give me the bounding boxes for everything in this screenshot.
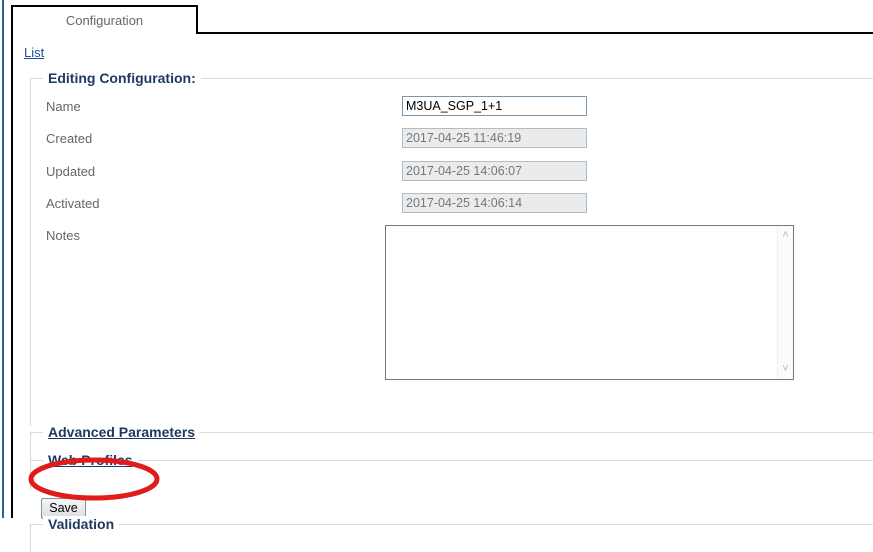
notes-textarea-wrapper: ˄ ˅ (385, 225, 794, 380)
notes-scrollbar[interactable]: ˄ ˅ (777, 226, 793, 379)
chevron-up-icon[interactable]: ˄ (778, 228, 793, 243)
label-created: Created (46, 131, 93, 146)
list-link[interactable]: List (24, 45, 44, 60)
web-profiles-fieldset: Web Profiles (30, 452, 873, 490)
name-input[interactable] (402, 96, 587, 116)
advanced-parameters-legend: Advanced Parameters (43, 424, 201, 440)
tab-configuration[interactable]: Configuration (11, 5, 198, 34)
tab-panel: List Editing Configuration: Name Created… (11, 34, 873, 552)
web-profiles-link[interactable]: Web Profiles (48, 452, 133, 468)
chevron-down-icon[interactable]: ˅ (778, 362, 793, 377)
notes-textarea[interactable] (386, 226, 778, 379)
advanced-parameters-fieldset: Advanced Parameters (30, 424, 873, 460)
updated-field (402, 161, 587, 181)
editing-configuration-fieldset: Editing Configuration: Name Created Upda… (30, 70, 873, 426)
page-left-rail (2, 0, 4, 518)
label-updated: Updated (46, 164, 96, 179)
validation-legend: Validation (43, 516, 120, 532)
created-field (402, 128, 587, 148)
tab-strip: Configuration (0, 0, 873, 34)
editing-configuration-legend: Editing Configuration: (43, 70, 201, 86)
advanced-parameters-link[interactable]: Advanced Parameters (48, 424, 195, 440)
validation-fieldset: Validation (30, 516, 873, 552)
label-name: Name (46, 99, 81, 114)
label-notes: Notes (46, 228, 80, 243)
web-profiles-legend: Web Profiles (43, 452, 138, 468)
label-activated: Activated (46, 196, 100, 211)
activated-field (402, 193, 587, 213)
